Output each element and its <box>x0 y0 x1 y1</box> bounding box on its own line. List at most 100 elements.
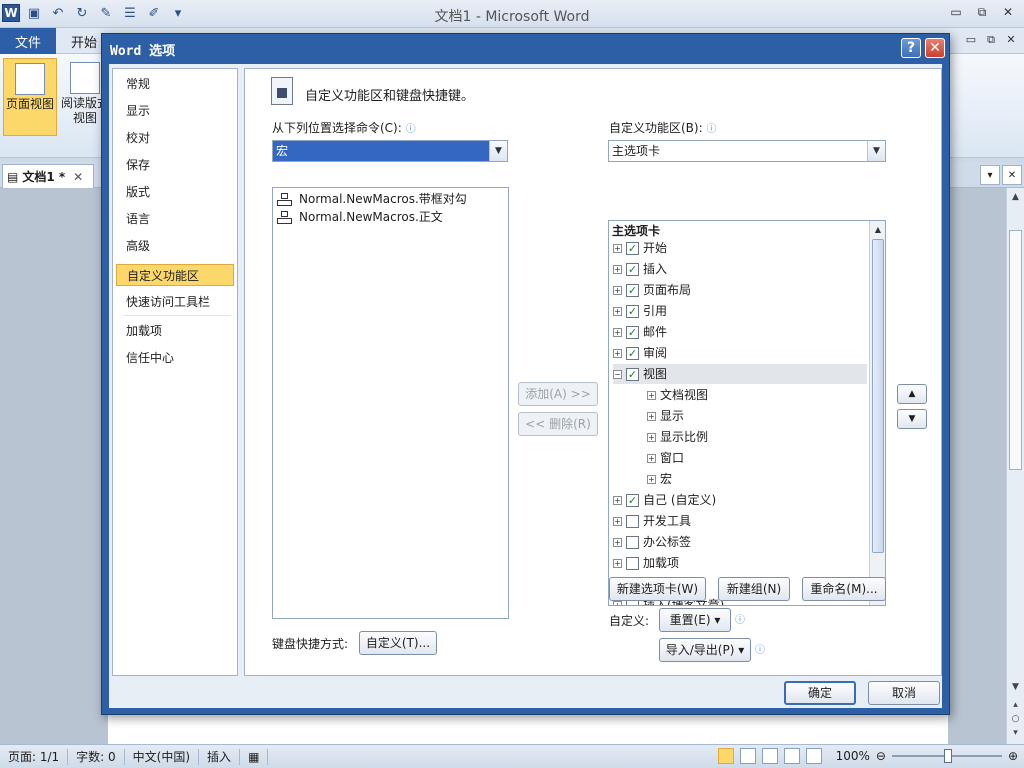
checkbox[interactable] <box>626 514 639 528</box>
customize-ribbon-dropdown[interactable]: 主选项卡 ▼ <box>608 140 886 162</box>
scrollbar-thumb[interactable] <box>1009 230 1022 470</box>
expand-icon[interactable]: + <box>613 516 622 526</box>
rename-button[interactable]: 重命名(M)... <box>802 577 886 601</box>
close-doc-icon[interactable]: ✕ <box>1004 33 1018 47</box>
tree-scrollbar-thumb[interactable] <box>872 239 884 553</box>
tree-item[interactable]: + 显示 <box>647 406 867 426</box>
zoom-level[interactable]: 100% <box>836 749 870 763</box>
draft-view-icon[interactable] <box>805 748 822 764</box>
status-words[interactable]: 字数: 0 <box>68 748 125 765</box>
expand-icon[interactable]: + <box>613 600 622 605</box>
tree-item[interactable]: + 显示比例 <box>647 427 867 447</box>
document-scrollbar[interactable]: ▲ ▼ ▴ ○ ▾ <box>1006 188 1024 744</box>
restore-icon[interactable]: ⧉ <box>974 5 990 19</box>
import-export-button[interactable]: 导入/导出(P) ▾ <box>659 638 751 662</box>
nav-item-advanced[interactable]: 高级 <box>116 235 234 257</box>
checkbox[interactable]: ✓ <box>626 241 639 255</box>
tree-item[interactable]: + ✓ 页面布局 <box>613 280 867 300</box>
tab-home[interactable]: 开始 <box>62 28 106 54</box>
web-layout-view-icon[interactable] <box>761 748 778 764</box>
minimize-icon[interactable]: ▭ <box>948 5 964 19</box>
checkbox[interactable] <box>626 556 639 570</box>
expand-icon[interactable]: + <box>613 306 622 316</box>
list-item[interactable]: Normal.NewMacros.带框对勾 <box>277 190 467 208</box>
nav-item-customize-ribbon[interactable]: 自定义功能区 <box>116 264 234 286</box>
expand-icon[interactable]: + <box>613 285 622 295</box>
zoom-in-icon[interactable]: ⊕ <box>1008 749 1018 763</box>
outline-view-icon[interactable] <box>783 748 800 764</box>
checkbox[interactable]: ✓ <box>626 304 639 318</box>
minimize-doc-icon[interactable]: ▭ <box>964 33 978 47</box>
checkbox[interactable]: ✓ <box>626 367 639 381</box>
tree-item[interactable]: + 窗口 <box>647 448 867 468</box>
expand-icon[interactable]: + <box>613 537 622 547</box>
nav-item-save[interactable]: 保存 <box>116 154 234 176</box>
chevron-down-icon[interactable]: ▼ <box>867 141 885 161</box>
expand-icon[interactable]: + <box>613 264 622 274</box>
nav-item-trust-center[interactable]: 信任中心 <box>116 347 234 369</box>
tree-item[interactable]: + 开发工具 <box>613 511 867 531</box>
tree-scrollbar[interactable]: ▲ ▼ <box>869 221 885 605</box>
tree-item[interactable]: + ✓ 邮件 <box>613 322 867 342</box>
expand-icon[interactable]: + <box>647 474 656 484</box>
customize-keyboard-button[interactable]: 自定义(T)... <box>359 631 437 655</box>
list-item[interactable]: Normal.NewMacros.正文 <box>277 208 443 226</box>
reset-button[interactable]: 重置(E) ▾ <box>659 608 731 632</box>
move-up-button[interactable]: ▲ <box>897 384 927 404</box>
tree-item[interactable]: + 办公标签 <box>613 532 867 552</box>
remove-button[interactable]: << 删除(R) <box>518 412 598 436</box>
tree-item[interactable]: + ✓ 引用 <box>613 301 867 321</box>
tree-item[interactable]: + 文档视图 <box>647 385 867 405</box>
commands-list[interactable]: Normal.NewMacros.带框对勾 Normal.NewMacros.正… <box>272 187 509 619</box>
status-language[interactable]: 中文(中国) <box>125 748 200 765</box>
choose-from-dropdown[interactable]: 宏 ▼ <box>272 140 508 162</box>
zoom-slider-knob[interactable] <box>943 749 952 763</box>
scroll-up-icon[interactable]: ▲ <box>871 222 885 238</box>
close-tab-icon[interactable]: ✕ <box>73 170 83 184</box>
checkbox[interactable]: ✓ <box>626 283 639 297</box>
chevron-down-icon[interactable]: ▼ <box>489 141 507 161</box>
expand-icon[interactable]: + <box>647 432 656 442</box>
checkbox[interactable]: ✓ <box>626 325 639 339</box>
move-down-button[interactable]: ▼ <box>897 409 927 429</box>
status-page[interactable]: 页面: 1/1 <box>0 748 69 765</box>
nav-item-typography[interactable]: 版式 <box>116 181 234 203</box>
checkbox[interactable]: ✓ <box>626 262 639 276</box>
expand-icon[interactable]: + <box>613 243 622 253</box>
tree-item[interactable]: + ✓ 插入 <box>613 259 867 279</box>
zoom-slider[interactable] <box>891 749 1002 763</box>
checkbox[interactable] <box>626 535 639 549</box>
close-icon[interactable]: ✕ <box>925 38 945 58</box>
new-group-button[interactable]: 新建组(N) <box>718 577 790 601</box>
close-window-icon[interactable]: ✕ <box>1000 5 1016 19</box>
prev-page-icon[interactable]: ▴ <box>1009 700 1022 710</box>
tab-list-dropdown-icon[interactable]: ▾ <box>980 165 1000 185</box>
tree-item[interactable]: + ✓ 审阅 <box>613 343 867 363</box>
expand-icon[interactable]: + <box>613 558 622 568</box>
restore-doc-icon[interactable]: ⧉ <box>984 33 998 47</box>
tree-item[interactable]: + 宏 <box>647 469 867 489</box>
nav-item-general[interactable]: 常规 <box>116 73 234 95</box>
collapse-icon[interactable]: − <box>613 369 622 379</box>
expand-icon[interactable]: + <box>613 327 622 337</box>
nav-item-display[interactable]: 显示 <box>116 100 234 122</box>
print-layout-button[interactable]: 页面视图 <box>3 58 57 136</box>
help-icon[interactable]: ? <box>901 38 921 58</box>
print-layout-view-icon[interactable] <box>717 748 734 764</box>
ribbon-tree[interactable]: 主选项卡 + ✓ 开始 + ✓ 插入 + ✓ 页面布局 + ✓ 引用 + ✓ 邮件 + ✓ 审阅 − ✓ 视图 + 文档视图… <box>608 220 886 606</box>
nav-item-quick-access-toolbar[interactable]: 快速访问工具栏 <box>116 291 234 313</box>
status-insert-mode[interactable]: 插入 <box>199 748 241 765</box>
zoom-out-icon[interactable]: ⊖ <box>876 749 886 763</box>
tree-item[interactable]: + ✓ 自己 (自定义) <box>613 490 867 510</box>
scroll-down-icon[interactable]: ▼ <box>1009 682 1022 692</box>
document-tab[interactable]: ▤ 文档1 * ✕ <box>2 164 94 188</box>
cancel-button[interactable]: 取消 <box>868 681 940 705</box>
nav-item-proofing[interactable]: 校对 <box>116 127 234 149</box>
full-screen-view-icon[interactable] <box>739 748 756 764</box>
scroll-up-icon[interactable]: ▲ <box>1009 192 1022 202</box>
expand-icon[interactable]: + <box>647 411 656 421</box>
expand-icon[interactable]: + <box>613 495 622 505</box>
checkbox[interactable]: ✓ <box>626 346 639 360</box>
expand-icon[interactable]: + <box>613 348 622 358</box>
nav-item-language[interactable]: 语言 <box>116 208 234 230</box>
